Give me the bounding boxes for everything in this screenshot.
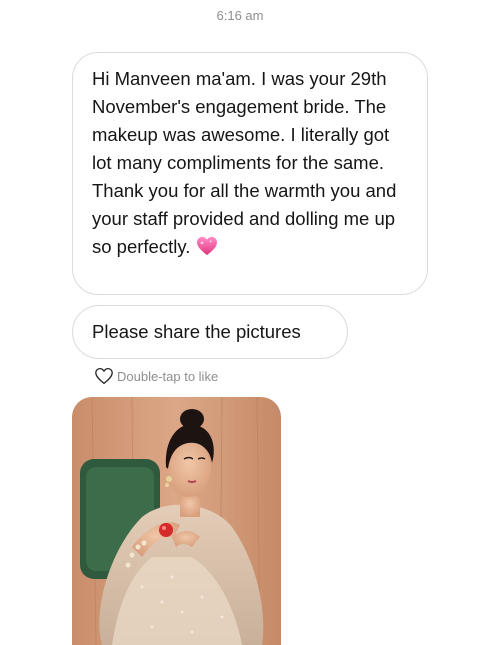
shared-photo[interactable] [72, 397, 281, 645]
double-tap-to-like-label: Double-tap to like [117, 368, 219, 384]
message-timestamp: 6:16 am [216, 8, 264, 23]
received-message-bubble[interactable]: Hi Manveen ma'am. I was your 29th Novemb… [72, 52, 428, 295]
received-message-bubble[interactable]: Please share the pictures [72, 305, 348, 359]
sparkling-heart-emoji-icon [196, 236, 218, 256]
message-text: Hi Manveen ma'am. I was your 29th Novemb… [92, 68, 397, 257]
bride-photo-image [72, 397, 281, 645]
heart-outline-icon[interactable] [94, 367, 114, 385]
double-tap-to-like-hint[interactable]: Double-tap to like [94, 366, 218, 386]
message-text: Please share the pictures [92, 321, 301, 342]
